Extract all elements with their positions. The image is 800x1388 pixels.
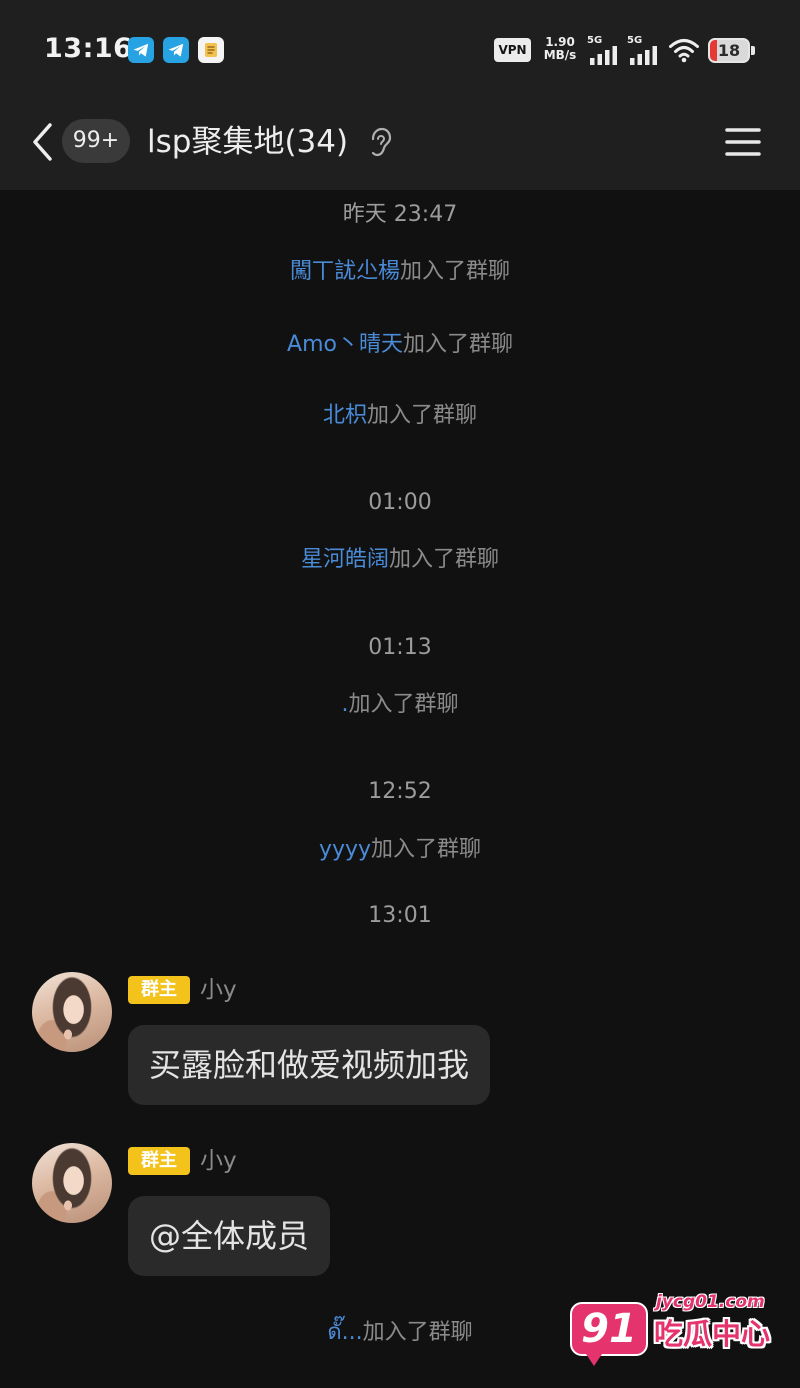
member-name-link[interactable]: 北枳	[323, 403, 367, 428]
group-title: lsp聚集地(34)	[147, 124, 349, 160]
telegram-icon	[128, 37, 154, 63]
join-notice: 北枳加入了群聊	[0, 401, 800, 431]
network-speed-unit: MB/s	[543, 48, 577, 62]
chat-message: 群主 小y @全体成员	[0, 1143, 800, 1283]
menu-button[interactable]	[724, 126, 762, 158]
join-action-text: 加入了群聊	[348, 692, 459, 717]
timestamp: 01:00	[368, 490, 432, 515]
network-speed: 1.90 MB/s	[539, 36, 581, 62]
chat-message-list[interactable]: 昨天 23:47 闖丅訧尐楊加入了群聊 Amo丶晴天加入了群聊 北枳加入了群聊 …	[0, 190, 800, 1388]
join-notice: 星河皓阔加入了群聊	[0, 545, 800, 575]
member-name-link[interactable]: 星河皓阔	[301, 547, 389, 572]
watermark-domain: jycg01.com	[656, 1292, 765, 1312]
chat-message: 群主 小y 买露脸和做爱视频加我	[0, 972, 800, 1112]
join-action-text: 加入了群聊	[389, 547, 500, 572]
watermark-logo: 91 jycg01.com 吃瓜中心	[566, 1290, 772, 1372]
status-time: 13:16	[44, 33, 133, 64]
member-name-link[interactable]: Amo丶晴天	[287, 332, 403, 357]
join-action-text: 加入了群聊	[402, 332, 513, 357]
message-bubble[interactable]: 买露脸和做爱视频加我	[128, 1025, 491, 1105]
battery-terminal	[751, 46, 755, 55]
member-name-link[interactable]: yyyy	[319, 837, 371, 862]
back-button[interactable]	[28, 120, 58, 164]
join-notice: yyyy加入了群聊	[0, 835, 800, 865]
avatar[interactable]	[32, 1143, 112, 1223]
join-action-text: 加入了群聊	[371, 837, 482, 862]
join-action-text: 加入了群聊	[400, 259, 511, 284]
watermark-name: 吃瓜中心	[654, 1317, 771, 1351]
message-bubble[interactable]: @全体成员	[128, 1196, 331, 1276]
timestamp: 昨天 23:47	[342, 202, 458, 227]
join-notice: Amo丶晴天加入了群聊	[0, 330, 800, 360]
chevron-left-icon	[33, 123, 52, 161]
sender-name: 小y	[200, 1148, 237, 1174]
telegram-icon	[163, 37, 189, 63]
app-icon	[198, 37, 224, 63]
join-notice: .加入了群聊	[0, 690, 800, 720]
wifi-icon	[668, 37, 700, 63]
watermark-number: 91	[570, 1302, 648, 1366]
join-action-text: 加入了群聊	[367, 403, 478, 428]
unread-count-badge[interactable]: 99+	[62, 119, 130, 163]
avatar[interactable]	[32, 972, 112, 1052]
join-action-text: 加入了群聊	[362, 1320, 473, 1345]
member-name-link[interactable]: 闖丅訧尐楊	[290, 259, 400, 284]
owner-badge: 群主	[128, 976, 190, 1004]
timestamp: 01:13	[368, 635, 432, 660]
signal-bars-icon: 5G	[627, 35, 661, 65]
top-bar: 13:16 VPN 1.90 MB/s 5G 5G 18 99+ lsp聚集地(…	[0, 0, 800, 190]
battery-icon: 18	[708, 38, 750, 63]
member-name-link[interactable]: ดั๊...	[327, 1320, 362, 1345]
sender-name: 小y	[200, 977, 237, 1003]
menu-icon	[725, 128, 761, 156]
ear-icon	[368, 127, 392, 159]
battery-percent: 18	[717, 41, 741, 60]
timestamp: 13:01	[368, 903, 432, 928]
timestamp: 12:52	[368, 779, 432, 804]
owner-badge: 群主	[128, 1147, 190, 1175]
signal-bars-icon: 5G	[587, 35, 621, 65]
vpn-badge: VPN	[494, 38, 531, 62]
join-notice: 闖丅訧尐楊加入了群聊	[0, 257, 800, 287]
